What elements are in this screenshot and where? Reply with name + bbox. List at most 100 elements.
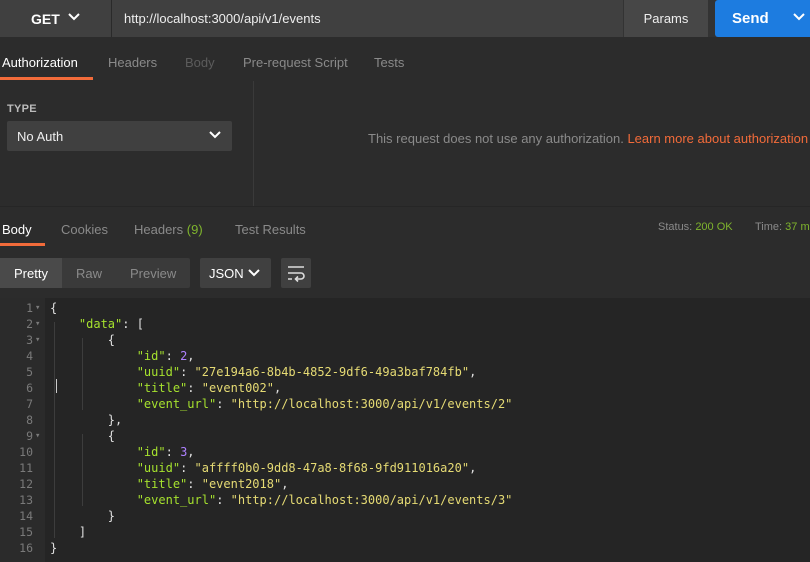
method-select[interactable]: GET (0, 0, 112, 37)
line-number: 13 (19, 493, 33, 507)
code-text: "title": "event002", (50, 380, 282, 396)
json-punct: , (281, 477, 289, 491)
auth-type-value: No Auth (17, 128, 64, 144)
time-value: 37 ms (785, 221, 810, 233)
line-number: 3 (26, 333, 33, 347)
json-punct: { (50, 301, 58, 315)
code-line: 12 "title": "event2018", (0, 476, 810, 492)
json-punct: : (165, 445, 181, 459)
preview-button[interactable]: Preview (130, 258, 176, 288)
line-number: 11 (19, 461, 33, 475)
json-punct: : [ (122, 317, 144, 331)
json-punct (50, 461, 137, 475)
fold-toggle-icon[interactable]: ▾ (35, 316, 40, 332)
wrap-lines-icon (288, 266, 305, 283)
format-select[interactable]: JSON (200, 258, 271, 288)
json-punct (50, 493, 137, 507)
fold-toggle-icon[interactable]: ▾ (35, 332, 40, 348)
chevron-down-icon (209, 131, 221, 139)
json-punct: : (180, 365, 195, 379)
code-text: "event_url": "http://localhost:3000/api/… (50, 396, 513, 412)
json-key: "event_url" (136, 397, 217, 411)
response-body-editor[interactable]: 1 ▾{2 ▾ "data": [3 ▾ {4 "id": 2, 5 "uuid": "… (0, 298, 810, 562)
auth-type-select[interactable]: No Auth (7, 121, 232, 151)
json-punct: : (216, 397, 231, 411)
code-line: 2 ▾ "data": [ (0, 316, 810, 332)
json-punct (50, 349, 137, 363)
code-text: "title": "event2018", (50, 476, 289, 492)
wrap-lines-button[interactable] (281, 258, 311, 288)
line-number: 7 (26, 397, 33, 411)
tab-response-headers[interactable]: Headers (9) (134, 222, 203, 237)
time-label: Time: (755, 221, 783, 233)
pretty-button[interactable]: Pretty (0, 258, 62, 288)
auth-divider (253, 81, 254, 207)
code-text: { (50, 300, 57, 316)
tab-body[interactable]: Body (185, 55, 215, 70)
response-time: Time: 37 ms (755, 221, 810, 233)
json-punct: , (469, 461, 477, 475)
send-button[interactable]: Send (715, 0, 810, 37)
url-input[interactable]: http://localhost:3000/api/v1/events (112, 0, 623, 37)
json-punct: ] (50, 525, 87, 539)
json-punct: , (187, 349, 195, 363)
code-line: 14 } (0, 508, 810, 524)
format-value: JSON (209, 265, 244, 281)
json-punct: : (187, 381, 202, 395)
json-string: "event002" (201, 381, 274, 395)
code-line: 8 }, (0, 412, 810, 428)
tab-response-body[interactable]: Body (2, 222, 32, 237)
raw-button[interactable]: Raw (76, 258, 102, 288)
code-text: "uuid": "affff0b0-9dd8-47a8-8f68-9fd9110… (50, 460, 477, 476)
json-string: "27e194a6-8b4b-4852-9df6-49a3baf784fb" (194, 365, 470, 379)
response-headers-label: Headers (134, 222, 184, 237)
fold-toggle-icon[interactable]: ▾ (35, 300, 40, 316)
code-line: 7 "event_url": "http://localhost:3000/ap… (0, 396, 810, 412)
json-punct: : (165, 349, 181, 363)
line-number: 6 (26, 381, 33, 395)
request-bar: GET http://localhost:3000/api/v1/events … (0, 0, 810, 37)
line-number: 15 (19, 525, 33, 539)
active-tab-indicator (0, 77, 93, 80)
view-mode-group: Pretty Raw Preview (0, 258, 190, 288)
line-number: 5 (26, 365, 33, 379)
json-punct (50, 381, 137, 395)
json-punct (50, 365, 137, 379)
tab-pre-request-script[interactable]: Pre-request Script (243, 55, 348, 70)
json-key: "uuid" (136, 461, 181, 475)
chevron-down-icon[interactable] (792, 12, 806, 22)
line-number: 2 (26, 317, 33, 331)
code-text: "id": 2, (50, 348, 195, 364)
send-label: Send (732, 10, 769, 27)
json-key: "data" (78, 317, 123, 331)
code-text: "event_url": "http://localhost:3000/api/… (50, 492, 513, 508)
fold-toggle-icon[interactable]: ▾ (35, 428, 40, 444)
tab-tests[interactable]: Tests (374, 55, 404, 70)
json-punct: } (50, 541, 58, 555)
code-line: 6 "title": "event002", (0, 380, 810, 396)
line-number: 1 (26, 301, 33, 315)
auth-message: This request does not use any authorizat… (368, 131, 808, 146)
status-label: Status: (658, 221, 693, 233)
learn-more-auth-link[interactable]: Learn more about authorization (627, 131, 808, 146)
tab-test-results[interactable]: Test Results (235, 222, 306, 237)
method-label: GET (31, 10, 60, 27)
tab-cookies[interactable]: Cookies (61, 222, 108, 237)
tab-headers[interactable]: Headers (108, 55, 157, 70)
auth-message-text: This request does not use any authorizat… (368, 131, 628, 146)
code-line: 1 ▾ { (0, 300, 810, 316)
tab-authorization[interactable]: Authorization (2, 55, 78, 70)
response-status: Status: 200 OK (658, 221, 733, 233)
code-text: "uuid": "27e194a6-8b4b-4852-9df6-49a3baf… (50, 364, 477, 380)
code-text: } (50, 508, 115, 524)
json-key: "id" (136, 349, 166, 363)
response-headers-count: (9) (186, 222, 203, 237)
json-string: "http://localhost:3000/api/v1/events/2" (230, 397, 513, 411)
json-punct: : (187, 477, 202, 491)
line-number: 12 (19, 477, 33, 491)
params-button[interactable]: Params (624, 0, 708, 37)
code-line: 10 "id": 3, (0, 444, 810, 460)
code-text: "id": 3, (50, 444, 195, 460)
json-key: "uuid" (136, 365, 181, 379)
json-punct: , (187, 445, 195, 459)
